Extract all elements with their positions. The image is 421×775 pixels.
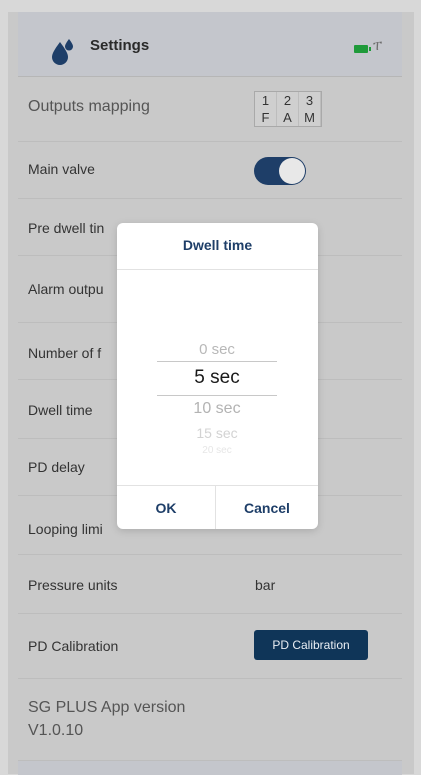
page-title: Settings (90, 37, 150, 54)
pd-delay-label: PD delay (28, 459, 85, 475)
cancel-button[interactable]: Cancel (216, 486, 318, 529)
pd-calibration-label: PD Calibration (28, 638, 119, 654)
outputs-mapping-grid[interactable]: 1 2 3 F A M (254, 91, 322, 127)
mapping-number: 3 (299, 92, 321, 109)
ok-button[interactable]: OK (117, 486, 215, 529)
dialog-title: Dwell time (117, 223, 318, 270)
app-version-row: SG PLUS App version V1.0.10 (18, 679, 402, 759)
dwell-time-dialog: Dwell time 0 sec 5 sec 10 sec 15 sec 20 … (117, 223, 318, 529)
pre-dwell-label: Pre dwell tin (28, 220, 105, 236)
picker-option[interactable]: 0 sec (157, 341, 277, 358)
app-version-value: V1.0.10 (28, 722, 84, 739)
pressure-units-value[interactable]: bar (255, 577, 275, 593)
picker-option[interactable]: 15 sec (157, 425, 277, 441)
number-of-label: Number of f (28, 345, 102, 361)
pressure-units-row[interactable]: Pressure units bar (18, 555, 402, 614)
settings-header: Settings ፐ (18, 12, 402, 77)
pd-calibration-row: PD Calibration PD Calibration (18, 614, 402, 679)
main-valve-label: Main valve (28, 161, 95, 177)
app-version-label: SG PLUS App version (28, 699, 186, 716)
outputs-mapping-label: Outputs mapping (28, 98, 150, 115)
picker-option[interactable]: 10 sec (157, 400, 277, 418)
water-drop-icon (52, 39, 73, 65)
antenna-icon: ፐ (373, 39, 383, 54)
main-valve-toggle[interactable] (254, 157, 306, 185)
outputs-mapping-row[interactable]: Outputs mapping 1 2 3 F A M (18, 77, 402, 142)
mapping-letter: F (255, 109, 277, 126)
pressure-units-label: Pressure units (28, 577, 118, 593)
picker-option[interactable]: 20 sec (157, 445, 277, 456)
mapping-letter: M (299, 109, 321, 126)
dwell-time-label: Dwell time (28, 402, 93, 418)
main-valve-row: Main valve (18, 142, 402, 199)
dwell-time-picker[interactable]: 0 sec 5 sec 10 sec 15 sec 20 sec (157, 335, 277, 465)
footer-bar (18, 760, 402, 775)
mapping-number: 1 (255, 92, 277, 109)
pd-calibration-button[interactable]: PD Calibration (254, 630, 368, 660)
picker-divider (157, 361, 277, 362)
dialog-footer: OK Cancel (117, 485, 318, 529)
looping-limit-label: Looping limi (28, 521, 103, 537)
battery-icon (354, 45, 371, 53)
alarm-output-label: Alarm outpu (28, 281, 104, 297)
toggle-knob (279, 158, 305, 184)
mapping-number: 2 (277, 92, 299, 109)
picker-divider (157, 395, 277, 396)
picker-selected-option[interactable]: 5 sec (157, 367, 277, 389)
mapping-letter: A (277, 109, 299, 126)
